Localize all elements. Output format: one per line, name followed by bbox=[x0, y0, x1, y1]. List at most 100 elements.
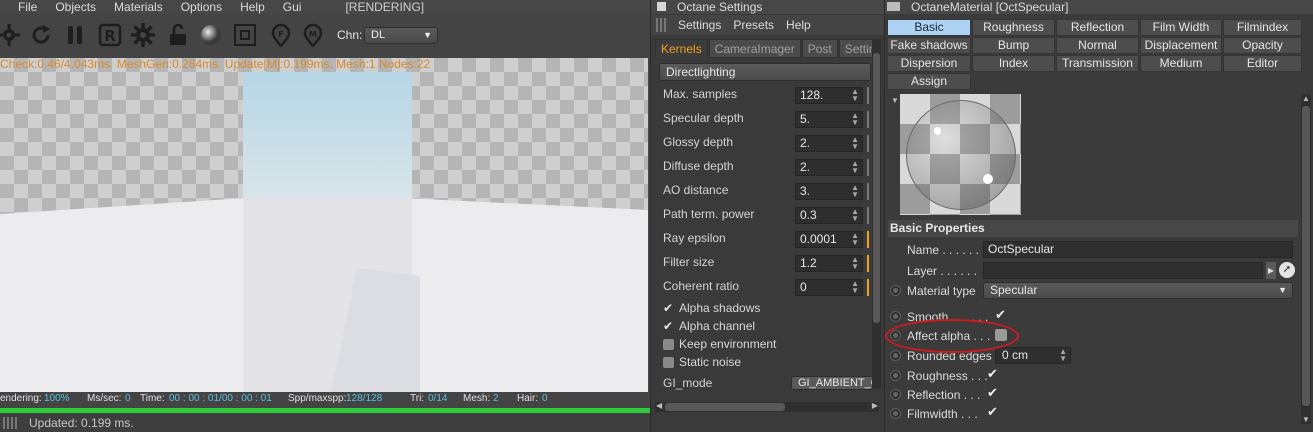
material-ball-icon[interactable] bbox=[198, 22, 224, 48]
tab-roughness[interactable]: Roughness bbox=[972, 19, 1055, 36]
tab-basic[interactable]: Basic bbox=[887, 19, 971, 36]
settings-vertical-scrollbar[interactable] bbox=[872, 39, 881, 389]
material-titlebar[interactable]: OctaneMaterial [OctSpecular] bbox=[885, 0, 1313, 14]
checkbox-alpha-channel[interactable]: ✔ Alpha channel bbox=[663, 318, 863, 336]
animation-radio-icon[interactable] bbox=[890, 285, 901, 296]
param-field[interactable]: 2. ▲ ▼ bbox=[795, 135, 863, 152]
param-field[interactable]: 0.3 ▲ ▼ bbox=[795, 207, 863, 224]
channel-select[interactable]: DL ▼ bbox=[364, 27, 438, 44]
tab-post[interactable]: Post bbox=[801, 39, 838, 58]
param-field[interactable]: 0 ▲ ▼ bbox=[795, 279, 863, 296]
tab-displacement[interactable]: Displacement bbox=[1140, 37, 1222, 54]
pick-cursor-icon[interactable]: ➚ bbox=[1279, 262, 1295, 278]
spinner-icon[interactable]: ▲ ▼ bbox=[851, 232, 859, 247]
spinner-icon[interactable]: ▲ ▼ bbox=[851, 184, 859, 199]
spinner-icon[interactable]: ▲ ▼ bbox=[851, 160, 859, 175]
menu-help[interactable]: Help bbox=[240, 0, 265, 14]
material-type-select[interactable]: Specular ▼ bbox=[983, 282, 1293, 299]
spinner-icon[interactable]: ▲ ▼ bbox=[851, 88, 859, 103]
menu-options[interactable]: Options bbox=[181, 0, 222, 14]
param-field[interactable]: 128. ▲ ▼ bbox=[795, 87, 863, 104]
arrow-right-icon[interactable]: ▶ bbox=[1266, 262, 1276, 279]
tab-reflection[interactable]: Reflection bbox=[1056, 19, 1139, 36]
checkbox-box[interactable] bbox=[663, 357, 674, 368]
tab-index[interactable]: Index bbox=[972, 55, 1055, 72]
arrow-down-icon[interactable]: ▼ bbox=[1302, 415, 1310, 424]
menu-objects[interactable]: Objects bbox=[55, 0, 96, 14]
tab-dispersion[interactable]: Dispersion bbox=[887, 55, 971, 72]
layer-input[interactable] bbox=[983, 262, 1263, 279]
gi-mode-select[interactable]: GI_AMBIENT_OC bbox=[791, 376, 873, 390]
param-field[interactable]: 1.2 ▲ ▼ bbox=[795, 255, 863, 272]
checkmark-icon[interactable]: ✔ bbox=[987, 367, 999, 380]
param-field[interactable]: 2. ▲ ▼ bbox=[795, 159, 863, 176]
animation-radio-icon[interactable] bbox=[890, 350, 901, 361]
tab-normal[interactable]: Normal bbox=[1056, 37, 1139, 54]
spinner-icon[interactable]: ▲ ▼ bbox=[1059, 348, 1067, 363]
menu-file[interactable]: File bbox=[18, 0, 37, 14]
material-preview[interactable] bbox=[900, 94, 1021, 215]
animation-radio-icon[interactable] bbox=[890, 389, 901, 400]
settings-gear-icon[interactable] bbox=[0, 22, 22, 48]
checkbox-keep-environment[interactable]: Keep environment bbox=[663, 336, 863, 354]
arrow-right-icon[interactable]: ▶ bbox=[872, 401, 878, 410]
spinner-icon[interactable]: ▲ ▼ bbox=[851, 256, 859, 271]
animation-radio-icon[interactable] bbox=[890, 408, 901, 419]
scroll-thumb[interactable] bbox=[665, 403, 785, 411]
checkmark-icon[interactable]: ✔ bbox=[987, 386, 999, 399]
rounded-edges-input[interactable]: 0 cm ▲ ▼ bbox=[995, 347, 1071, 364]
kernel-type-header[interactable]: Directlighting bbox=[659, 63, 871, 81]
settings-menu-presets[interactable]: Presets bbox=[733, 18, 774, 32]
scroll-thumb[interactable] bbox=[873, 53, 880, 323]
name-input[interactable]: OctSpecular bbox=[983, 241, 1293, 258]
arrow-left-icon[interactable]: ◀ bbox=[656, 401, 662, 410]
checkmark-icon[interactable]: ✔ bbox=[995, 308, 1007, 321]
tab-filmindex[interactable]: Filmindex bbox=[1223, 19, 1302, 36]
spinner-icon[interactable]: ▲ ▼ bbox=[851, 280, 859, 295]
scroll-thumb[interactable] bbox=[1302, 106, 1310, 406]
tab-transmission[interactable]: Transmission bbox=[1056, 55, 1139, 72]
focus-pick-icon[interactable]: F bbox=[268, 22, 294, 48]
collapse-triangle-icon[interactable]: ▼ bbox=[891, 96, 899, 105]
preferences-gear-icon[interactable] bbox=[130, 22, 156, 48]
checkbox-alpha-shadows[interactable]: ✔ Alpha shadows bbox=[663, 300, 863, 318]
spinner-icon[interactable]: ▲ ▼ bbox=[851, 208, 859, 223]
grip-icon[interactable] bbox=[3, 417, 17, 429]
settings-menu-help[interactable]: Help bbox=[786, 18, 811, 32]
affect-alpha-checkbox[interactable] bbox=[995, 329, 1007, 341]
tab-opacity[interactable]: Opacity bbox=[1223, 37, 1302, 54]
tab-fake-shadows[interactable]: Fake shadows bbox=[887, 37, 971, 54]
tab-kernels[interactable]: Kernels bbox=[655, 39, 708, 58]
basic-properties-header[interactable]: Basic Properties bbox=[888, 220, 1298, 237]
settings-menu-settings[interactable]: Settings bbox=[678, 18, 721, 32]
material-pick-icon[interactable]: M bbox=[300, 22, 326, 48]
param-field[interactable]: 0.0001 ▲ ▼ bbox=[795, 231, 863, 248]
menu-gui[interactable]: Gui bbox=[283, 0, 302, 14]
checkmark-icon[interactable]: ✔ bbox=[663, 320, 674, 332]
menu-materials[interactable]: Materials bbox=[114, 0, 163, 14]
param-field[interactable]: 3. ▲ ▼ bbox=[795, 183, 863, 200]
checkbox-box[interactable] bbox=[663, 339, 674, 350]
spinner-icon[interactable]: ▲ ▼ bbox=[851, 136, 859, 151]
animation-radio-icon[interactable] bbox=[890, 330, 901, 341]
grip-icon[interactable] bbox=[656, 18, 666, 32]
tab-editor[interactable]: Editor bbox=[1223, 55, 1302, 72]
material-vertical-scrollbar[interactable]: ▲ ▼ bbox=[1301, 94, 1311, 424]
tab-medium[interactable]: Medium bbox=[1140, 55, 1222, 72]
tab-film-width[interactable]: Film Width bbox=[1140, 19, 1222, 36]
param-field[interactable]: 5. ▲ ▼ bbox=[795, 111, 863, 128]
refresh-icon[interactable] bbox=[28, 22, 54, 48]
arrow-up-icon[interactable]: ▲ bbox=[1302, 94, 1310, 103]
animation-radio-icon[interactable] bbox=[890, 311, 901, 322]
animation-radio-icon[interactable] bbox=[890, 370, 901, 381]
tab-cameraimager[interactable]: CameraImager bbox=[708, 39, 801, 58]
region-render-icon[interactable]: R bbox=[97, 22, 123, 48]
pause-icon[interactable] bbox=[62, 22, 88, 48]
checkmark-icon[interactable]: ✔ bbox=[987, 405, 999, 418]
checkmark-icon[interactable]: ✔ bbox=[663, 302, 674, 314]
spinner-icon[interactable]: ▲ ▼ bbox=[851, 112, 859, 127]
frame-icon[interactable] bbox=[232, 22, 258, 48]
lock-icon[interactable] bbox=[165, 22, 191, 48]
tab-assign[interactable]: Assign bbox=[887, 73, 971, 90]
settings-titlebar[interactable]: Octane Settings bbox=[651, 0, 884, 14]
